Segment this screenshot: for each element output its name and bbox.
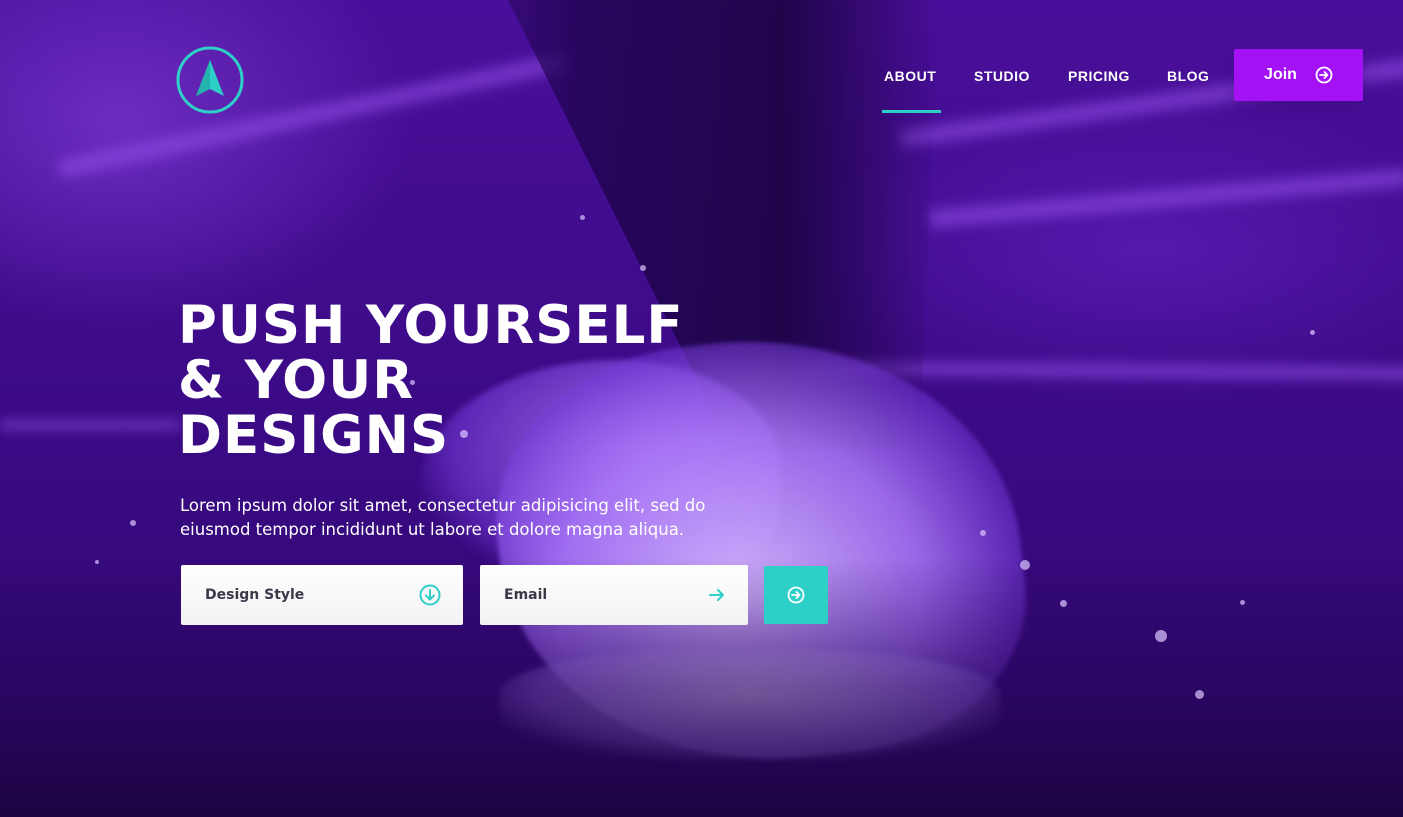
nav-studio[interactable]: STUDIO: [974, 68, 1030, 84]
hero-subtitle: Lorem ipsum dolor sit amet, consectetur …: [180, 496, 706, 539]
arrow-circle-right-icon: [1315, 66, 1333, 84]
landing-page: ABOUT STUDIO PRICING BLOG Join PUSH YOUR…: [0, 0, 1403, 817]
arrow-circle-right-icon: [787, 586, 805, 604]
nav-about[interactable]: ABOUT: [884, 68, 936, 84]
hero-title-line-2: & YOUR: [178, 350, 415, 411]
design-style-select[interactable]: Design Style: [181, 565, 463, 625]
nav-active-indicator: [882, 110, 941, 113]
join-button[interactable]: Join: [1234, 49, 1363, 101]
email-label: Email: [504, 587, 548, 603]
email-field[interactable]: Email: [480, 565, 748, 625]
hero-title-line-1: PUSH YOURSELF: [178, 295, 684, 356]
hero-title-line-3: DESIGNS: [178, 405, 450, 466]
submit-button[interactable]: [764, 566, 828, 624]
arrow-right-icon: [709, 589, 724, 601]
design-style-label: Design Style: [205, 587, 305, 603]
hero-title: PUSH YOURSELF & YOUR DESIGNS: [178, 298, 778, 463]
arrow-logo-icon: [176, 46, 244, 114]
download-circle-icon: [419, 584, 441, 606]
nav-pricing[interactable]: PRICING: [1068, 68, 1130, 84]
join-button-label: Join: [1264, 66, 1297, 83]
nav-blog[interactable]: BLOG: [1167, 68, 1209, 84]
logo[interactable]: [176, 46, 244, 114]
